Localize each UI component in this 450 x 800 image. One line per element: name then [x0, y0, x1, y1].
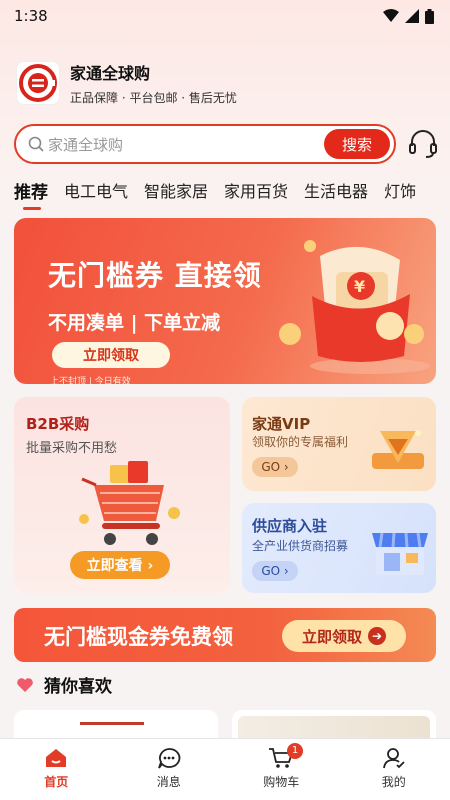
- category-tab-lighting[interactable]: 灯饰: [384, 176, 416, 212]
- wifi-icon: [383, 9, 399, 22]
- status-time: 1:38: [14, 7, 48, 25]
- cash-coupon-banner[interactable]: 无门槛现金券免费领 立即领取 ➔: [14, 608, 436, 662]
- b2b-card[interactable]: B2B采购 批量采购不用愁 立即查看 ›: [14, 397, 230, 593]
- tab-cart-label: 购物车: [263, 775, 300, 789]
- supplier-title: 供应商入驻: [252, 517, 328, 535]
- home-icon: [46, 749, 67, 767]
- tab-profile-label: 我的: [381, 775, 406, 789]
- cart-badge: 1: [287, 743, 303, 759]
- coupon-banner-note: 上不封顶 | 今日有效: [50, 377, 131, 384]
- coupon-banner-subtitle: 不用凑单 | 下单立减: [48, 312, 221, 334]
- search-input[interactable]: 家通全球购: [48, 134, 324, 155]
- b2b-view-button[interactable]: 立即查看 ›: [70, 551, 170, 579]
- arrow-right-icon: ➔: [368, 627, 386, 645]
- vip-crown-icon: [372, 430, 424, 469]
- category-tab-electrical[interactable]: 电工电气: [64, 176, 128, 212]
- category-tabs: 推荐 电工电气 智能家居 家用百货 生活电器 灯饰: [0, 176, 450, 212]
- category-tab-recommend[interactable]: 推荐: [14, 176, 48, 212]
- category-tab-appliances[interactable]: 生活电器: [304, 176, 368, 212]
- b2b-subtitle: 批量采购不用愁: [26, 441, 118, 456]
- supplier-card[interactable]: 供应商入驻 全产业供货商招募 GO ›: [242, 503, 436, 593]
- category-tab-smart-home[interactable]: 智能家居: [144, 176, 208, 212]
- supplier-subtitle: 全产业供货商招募: [252, 539, 349, 553]
- coupon-banner[interactable]: 无门槛券 直接领 不用凑单 | 下单立减 立即领取 上不封顶 | 今日有效 ¥: [14, 218, 436, 384]
- claim-coupon-button[interactable]: 立即领取: [52, 342, 170, 368]
- status-icons: [383, 8, 434, 24]
- coupon-banner-title: 无门槛券 直接领: [48, 259, 262, 292]
- message-icon: [157, 748, 181, 769]
- search-icon: [28, 136, 44, 152]
- vip-card[interactable]: 家通VIP 领取你的专属福利 GO ›: [242, 397, 436, 491]
- tab-cart[interactable]: 1 购物车: [225, 739, 338, 800]
- guess-you-like-title: 猜你喜欢: [44, 677, 112, 697]
- b2b-title: B2B采购: [26, 415, 90, 433]
- search-bar[interactable]: 家通全球购 搜索: [14, 124, 396, 164]
- signal-icon: [405, 9, 419, 23]
- coupon-symbol: ¥: [354, 277, 365, 296]
- brand-slogan: 正品保障 · 平台包邮 · 售后无忧: [70, 91, 237, 105]
- supplier-go-button[interactable]: GO ›: [252, 561, 298, 581]
- brand-header: 家通全球购 正品保障 · 平台包邮 · 售后无忧: [16, 60, 237, 106]
- tab-home[interactable]: 首页: [0, 739, 113, 800]
- tab-profile[interactable]: 我的: [338, 739, 450, 800]
- claim-cash-coupon-button[interactable]: 立即领取 ➔: [282, 620, 406, 652]
- storefront-icon: [372, 532, 428, 575]
- guess-you-like-header: 猜你喜欢: [16, 672, 112, 697]
- vip-go-button[interactable]: GO ›: [252, 457, 298, 477]
- battery-icon: [425, 8, 434, 24]
- headset-icon: [409, 130, 437, 158]
- red-envelope-illustration: ¥: [279, 240, 430, 374]
- claim-cash-coupon-label: 立即领取: [301, 627, 362, 646]
- brand-logo-icon: [19, 64, 57, 102]
- customer-service-button[interactable]: [408, 128, 438, 164]
- heart-icon: [17, 677, 33, 692]
- vip-title: 家通VIP: [252, 415, 311, 433]
- brand-name: 家通全球购: [70, 64, 151, 83]
- cash-coupon-title: 无门槛现金券免费领: [44, 625, 233, 649]
- brand-logo: [16, 61, 60, 105]
- status-bar: 1:38: [0, 0, 450, 32]
- bottom-tab-bar: 首页 消息 1 购物车 我的: [0, 738, 450, 800]
- category-tab-household[interactable]: 家用百货: [224, 176, 288, 212]
- tab-messages-label: 消息: [156, 775, 181, 789]
- tab-home-label: 首页: [44, 775, 69, 789]
- tab-messages[interactable]: 消息: [113, 739, 226, 800]
- search-button[interactable]: 搜索: [324, 129, 390, 159]
- shopping-cart-illustration: [79, 461, 180, 545]
- vip-subtitle: 领取你的专属福利: [252, 435, 349, 449]
- user-icon: [382, 748, 405, 769]
